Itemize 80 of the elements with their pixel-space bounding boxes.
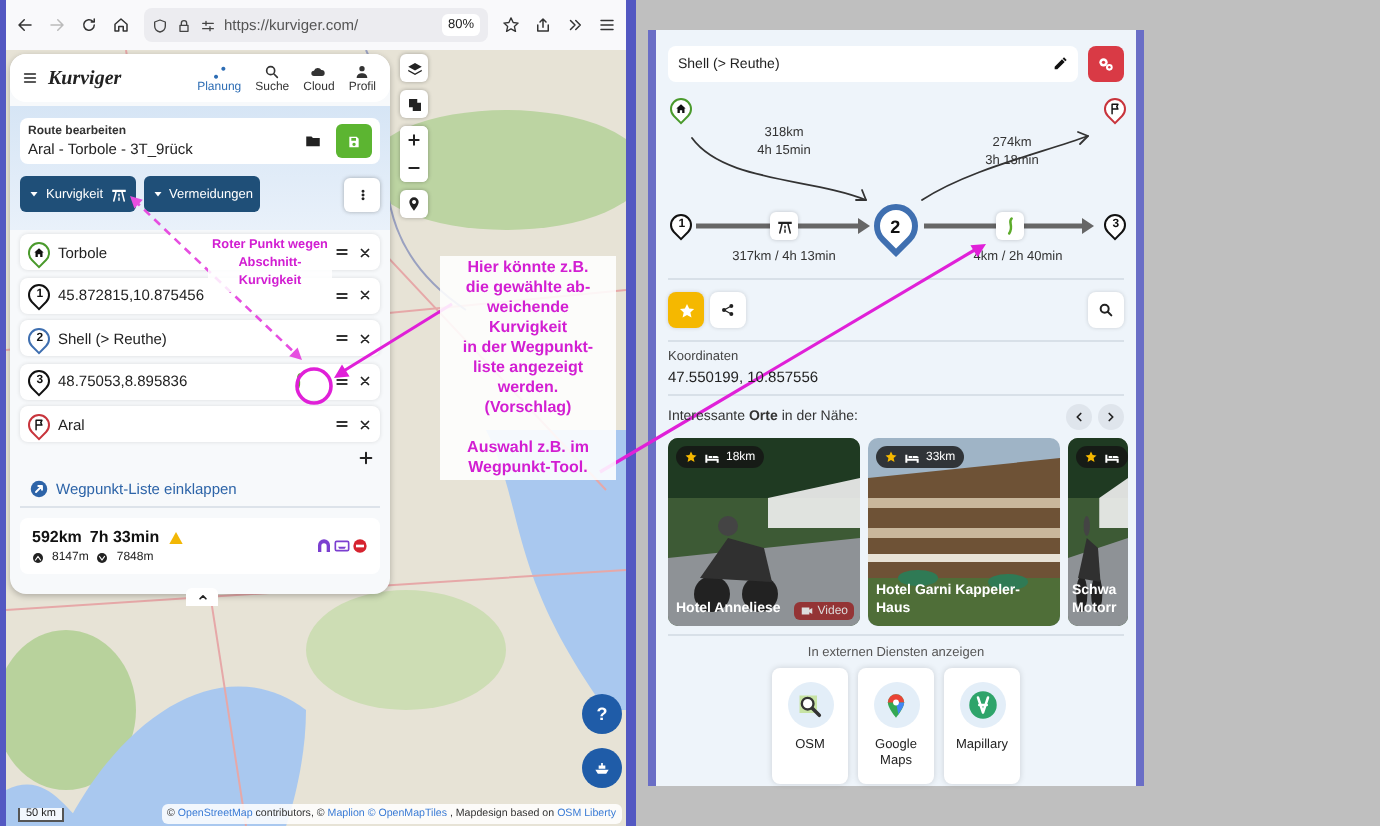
drag-handle-icon[interactable] bbox=[334, 244, 350, 260]
motorway-icon bbox=[109, 185, 128, 203]
stacked-squares-icon bbox=[405, 95, 423, 113]
bed-icon bbox=[704, 449, 720, 465]
ship-icon bbox=[592, 758, 612, 778]
chevron-right-icon bbox=[1104, 410, 1118, 424]
sliders-icon bbox=[200, 17, 216, 33]
caret-down-icon bbox=[28, 188, 40, 200]
star-icon bbox=[1084, 450, 1098, 464]
zoom-out-button[interactable] bbox=[400, 154, 428, 182]
previous-button[interactable] bbox=[1066, 404, 1092, 430]
upload-icon[interactable] bbox=[534, 16, 552, 34]
drag-handle-icon[interactable] bbox=[334, 287, 350, 303]
house-icon bbox=[32, 245, 46, 259]
highlight-circle bbox=[295, 367, 333, 405]
gears-icon bbox=[1096, 54, 1116, 74]
tunnel-icon bbox=[316, 538, 332, 554]
star-icon bbox=[677, 301, 695, 319]
chevron-left-icon bbox=[1072, 410, 1086, 424]
mapillary-icon bbox=[967, 690, 997, 720]
route-distance: 592km bbox=[32, 528, 82, 546]
pin-icon bbox=[406, 196, 422, 212]
star-icon bbox=[684, 450, 698, 464]
pencil-icon[interactable] bbox=[1052, 56, 1068, 72]
close-icon[interactable] bbox=[358, 417, 372, 431]
caret-down-icon bbox=[151, 188, 164, 200]
collapse-icon bbox=[30, 480, 48, 498]
lock-icon bbox=[176, 17, 192, 33]
zoom-in-button[interactable] bbox=[400, 126, 428, 154]
close-icon[interactable] bbox=[358, 245, 372, 259]
drag-handle-icon[interactable] bbox=[334, 373, 350, 389]
star-icon[interactable] bbox=[502, 16, 520, 34]
chevrons-icon[interactable] bbox=[566, 16, 584, 34]
search-icon bbox=[1098, 302, 1114, 318]
next-button[interactable] bbox=[1098, 404, 1124, 430]
overlay-button[interactable] bbox=[400, 90, 428, 118]
menu-icon[interactable] bbox=[22, 70, 38, 86]
share-button[interactable] bbox=[710, 292, 746, 328]
bed-icon bbox=[904, 449, 920, 465]
layers-button[interactable] bbox=[400, 54, 428, 82]
home-icon[interactable] bbox=[112, 16, 130, 34]
floppy-icon bbox=[346, 133, 362, 149]
magnifier-map-icon bbox=[796, 691, 824, 719]
search-icon bbox=[264, 63, 281, 79]
house-icon bbox=[674, 102, 688, 116]
cloud-icon bbox=[310, 63, 327, 79]
plus-icon bbox=[406, 132, 422, 148]
map-pin-icon bbox=[882, 691, 910, 719]
bed-icon bbox=[1104, 449, 1120, 465]
caret-up-icon bbox=[195, 590, 209, 604]
close-icon[interactable] bbox=[358, 374, 372, 388]
menu-icon[interactable] bbox=[598, 16, 616, 34]
warning-icon bbox=[167, 529, 184, 545]
person-icon bbox=[354, 63, 371, 79]
ascent-icon bbox=[32, 552, 44, 564]
motorway-icon bbox=[775, 217, 793, 235]
share-icon bbox=[720, 302, 736, 318]
flag-icon bbox=[32, 417, 46, 431]
folder-icon bbox=[303, 132, 321, 150]
logo: Kurviger bbox=[48, 67, 122, 89]
star-icon bbox=[884, 450, 898, 464]
layers-icon bbox=[405, 59, 423, 77]
drag-handle-icon[interactable] bbox=[334, 330, 350, 346]
no-entry-icon bbox=[352, 538, 368, 554]
descent-icon bbox=[96, 552, 109, 564]
drag-handle-icon[interactable] bbox=[334, 416, 350, 432]
close-icon[interactable] bbox=[358, 331, 372, 345]
annotation-note: Hier könnte z.B. die gewählte ab- weichende Kurvigkeit in der Wegpunkt- liste angezeigt werden. (Vorschlag) Auswahl z.B. im Wegpunkt-Tool. bbox=[440, 256, 616, 480]
plus-icon[interactable] bbox=[358, 450, 374, 466]
flag-icon bbox=[1108, 102, 1122, 116]
reload-icon[interactable] bbox=[80, 16, 98, 34]
close-icon[interactable] bbox=[358, 288, 372, 302]
locate-button[interactable] bbox=[400, 190, 428, 218]
expand-tab[interactable] bbox=[186, 588, 218, 606]
route-options-button[interactable] bbox=[1088, 46, 1124, 82]
video-icon bbox=[799, 604, 814, 618]
shield-icon bbox=[152, 17, 168, 33]
route-duration: 7h 33min bbox=[89, 528, 160, 546]
search-button[interactable] bbox=[1088, 292, 1124, 328]
back-icon[interactable] bbox=[16, 16, 34, 34]
